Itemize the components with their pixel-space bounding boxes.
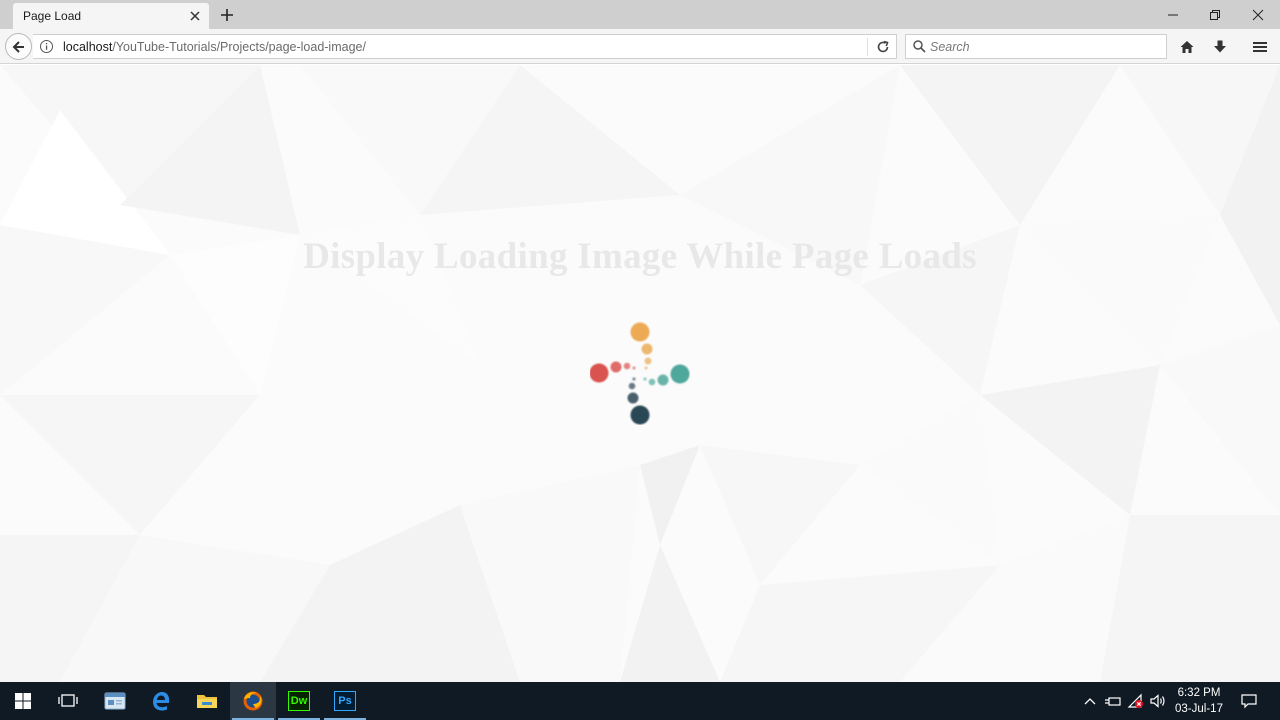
taskbar-app-file[interactable] bbox=[92, 682, 138, 720]
back-button[interactable] bbox=[5, 33, 32, 60]
url-path: /YouTube-Tutorials/Projects/page-load-im… bbox=[112, 40, 366, 54]
tab-strip: Page Load bbox=[0, 0, 1280, 29]
taskbar-app-edge[interactable] bbox=[138, 682, 184, 720]
volume-tray-button[interactable] bbox=[1147, 682, 1169, 720]
restore-icon bbox=[1210, 9, 1220, 20]
power-plug-icon bbox=[1105, 697, 1121, 706]
photoshop-icon: Ps bbox=[334, 691, 356, 711]
search-bar[interactable] bbox=[905, 34, 1167, 59]
navigation-toolbar: localhost/YouTube-Tutorials/Projects/pag… bbox=[0, 29, 1280, 64]
loader-dot bbox=[643, 377, 647, 381]
chevron-up-icon bbox=[1084, 698, 1096, 705]
loader-dot bbox=[641, 343, 653, 355]
clock-time: 6:32 PM bbox=[1177, 687, 1221, 699]
edge-icon bbox=[153, 692, 170, 711]
reload-icon[interactable] bbox=[875, 39, 891, 55]
loader-dot bbox=[657, 374, 669, 386]
downloads-button[interactable] bbox=[1208, 35, 1232, 59]
loader-dot bbox=[628, 382, 636, 390]
home-icon bbox=[1180, 41, 1194, 53]
firefox-icon bbox=[243, 691, 263, 711]
system-clock[interactable]: 6:32 PM 03-Jul-17 bbox=[1170, 685, 1228, 717]
search-input[interactable] bbox=[930, 38, 1160, 55]
loader-dot bbox=[632, 366, 636, 370]
home-button[interactable] bbox=[1175, 35, 1199, 59]
loading-spinner bbox=[590, 322, 690, 425]
arrow-left-icon bbox=[12, 40, 24, 53]
page-viewport: Display Loading Image While Page Loads bbox=[0, 65, 1280, 682]
notification-icon bbox=[1241, 694, 1257, 709]
url-host: localhost bbox=[63, 40, 113, 54]
task-view-icon bbox=[58, 694, 78, 707]
address-bar[interactable]: localhost/YouTube-Tutorials/Projects/pag… bbox=[33, 34, 897, 59]
loader-dot bbox=[632, 377, 636, 381]
search-icon bbox=[913, 40, 926, 53]
taskbar-app-firefox[interactable] bbox=[230, 682, 276, 720]
dreamweaver-icon: Dw bbox=[288, 691, 310, 711]
network-disconnected-icon bbox=[1127, 693, 1143, 708]
taskbar-app-photoshop[interactable]: Ps bbox=[322, 682, 368, 720]
loader-dot bbox=[648, 378, 656, 386]
file-app-icon bbox=[104, 692, 126, 710]
divider bbox=[867, 38, 868, 56]
file-explorer-icon bbox=[197, 695, 217, 708]
loader-dot bbox=[623, 362, 631, 370]
windows-taskbar: Dw Ps 6:32 PM 03-Jul-17 bbox=[0, 682, 1280, 720]
tab-title: Page Load bbox=[23, 9, 82, 23]
windows-logo-icon bbox=[15, 693, 31, 709]
start-button[interactable] bbox=[0, 682, 46, 720]
minimize-button[interactable] bbox=[1151, 0, 1195, 29]
action-center-button[interactable] bbox=[1236, 682, 1262, 720]
taskbar-app-dreamweaver[interactable]: Dw bbox=[276, 682, 322, 720]
url-text[interactable]: localhost/YouTube-Tutorials/Projects/pag… bbox=[63, 40, 366, 54]
taskbar-app-file-explorer[interactable] bbox=[184, 682, 230, 720]
loader-dot bbox=[590, 363, 609, 383]
restore-button[interactable] bbox=[1193, 0, 1237, 29]
page-heading: Display Loading Image While Page Loads bbox=[303, 236, 977, 277]
loader-dot bbox=[670, 364, 690, 384]
close-icon bbox=[1252, 9, 1264, 20]
new-tab-icon[interactable] bbox=[218, 6, 236, 24]
close-window-button[interactable] bbox=[1236, 0, 1280, 29]
loader-dot bbox=[630, 405, 650, 425]
clock-date: 03-Jul-17 bbox=[1175, 703, 1223, 715]
network-tray-button[interactable] bbox=[1125, 682, 1147, 720]
loader-dot bbox=[630, 322, 650, 342]
loader-dot bbox=[644, 357, 652, 365]
speaker-icon bbox=[1150, 694, 1165, 708]
loader-dot bbox=[627, 392, 639, 404]
download-arrow-icon bbox=[1214, 40, 1226, 53]
minimize-icon bbox=[1168, 14, 1178, 15]
menu-button[interactable] bbox=[1248, 35, 1272, 59]
loader-dot bbox=[644, 366, 648, 370]
close-tab-icon[interactable] bbox=[187, 8, 203, 24]
info-icon[interactable] bbox=[39, 39, 54, 54]
hamburger-menu-icon bbox=[1253, 42, 1267, 52]
task-view-button[interactable] bbox=[45, 682, 91, 720]
show-hidden-icons-button[interactable] bbox=[1081, 682, 1099, 720]
battery-tray-button[interactable] bbox=[1102, 682, 1124, 720]
loader-dot bbox=[610, 361, 622, 373]
browser-tab[interactable]: Page Load bbox=[13, 3, 209, 29]
